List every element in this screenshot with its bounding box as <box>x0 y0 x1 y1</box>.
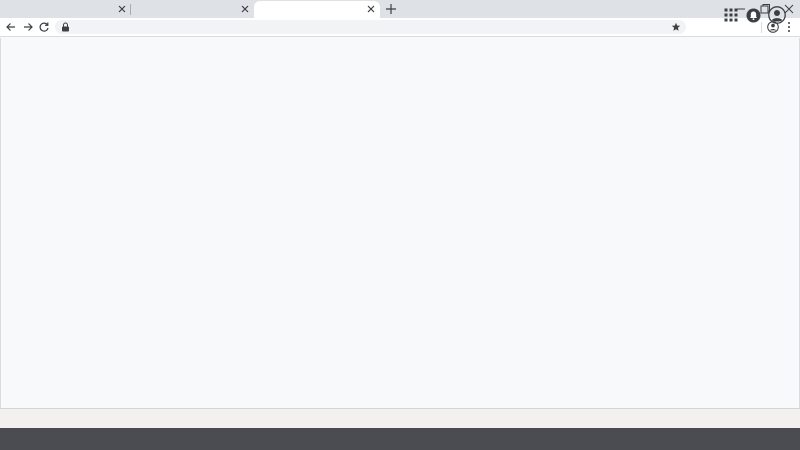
tab-1[interactable] <box>0 0 130 18</box>
toolbar-divider <box>761 22 762 33</box>
address-bar[interactable] <box>55 20 686 34</box>
close-icon <box>784 4 794 14</box>
close-icon[interactable] <box>239 3 251 15</box>
os-taskbar <box>0 428 800 450</box>
tab-3-active[interactable] <box>254 1 380 18</box>
kebab-menu-icon <box>788 22 790 32</box>
reload-icon <box>39 22 49 32</box>
apps-grid-icon[interactable] <box>724 8 738 22</box>
close-icon[interactable] <box>365 3 377 15</box>
bookmark-star-icon[interactable] <box>671 22 681 32</box>
plus-icon <box>386 4 396 14</box>
browser-toolbar <box>0 18 800 37</box>
lock-icon[interactable] <box>61 22 70 32</box>
tab-2[interactable] <box>131 0 254 18</box>
tab-strip <box>0 0 800 18</box>
back-button[interactable] <box>5 21 17 33</box>
close-icon[interactable] <box>116 3 128 15</box>
arrow-right-icon <box>24 23 33 31</box>
forward-button[interactable] <box>22 21 34 33</box>
account-icon[interactable] <box>768 6 786 24</box>
arrow-left-icon <box>6 23 15 31</box>
new-tab-button[interactable] <box>384 2 398 16</box>
page-content <box>0 38 800 408</box>
reload-button[interactable] <box>38 21 50 33</box>
browser-menu-button[interactable] <box>785 21 793 33</box>
status-bar <box>0 408 800 428</box>
notifications-icon[interactable] <box>746 8 761 23</box>
browser-window <box>0 0 800 450</box>
